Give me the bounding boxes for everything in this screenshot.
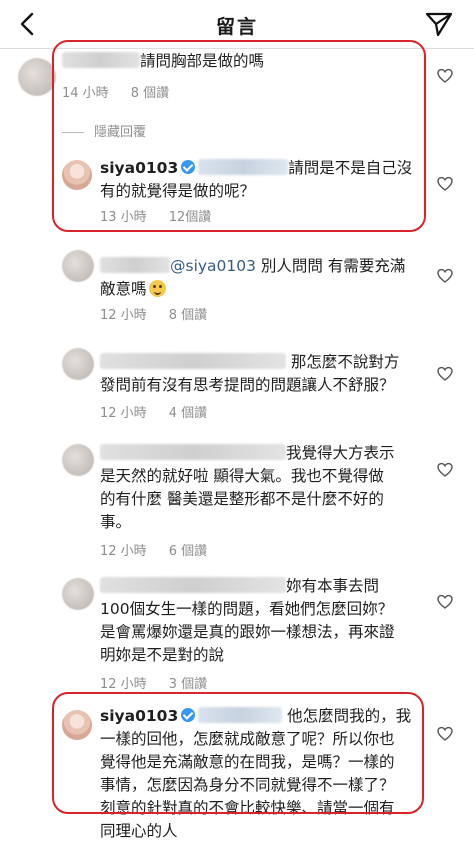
blurred-username[interactable]: [100, 577, 286, 593]
comment-body: 的有什麼 醫美還是整形都不是什麼不好的: [100, 490, 384, 508]
like-count[interactable]: 8 個讚: [169, 308, 207, 323]
comment-time: 12 小時: [100, 677, 147, 692]
heart-icon[interactable]: [437, 594, 453, 610]
blurred-username[interactable]: [100, 257, 170, 273]
heart-icon[interactable]: [437, 366, 453, 382]
highlight-box-bottom: [52, 692, 424, 814]
comment-body: 事。: [100, 513, 132, 531]
heart-icon[interactable]: [437, 726, 453, 742]
mention-link[interactable]: @siya0103: [170, 257, 256, 275]
comment-time: 12 小時: [100, 544, 147, 559]
comment-text: 我覺得大方表示 是天然的就好啦 顯得大氣。我也不覺得做 的有什麼 醫美還是整形都…: [100, 442, 395, 534]
comment-time: 12 小時: [100, 308, 147, 323]
comment-meta: 12 小時 4 個讚: [100, 402, 229, 421]
comment-meta: 12 小時 6 個讚: [100, 540, 229, 559]
heart-icon[interactable]: [437, 176, 453, 192]
comment-body: 別人問問 有需要充滿: [256, 257, 406, 275]
comment-body: 發問前有沒有思考提問的問題讓人不舒服？: [100, 376, 395, 394]
avatar[interactable]: [18, 58, 56, 96]
comment-body: 同理心的人: [100, 822, 178, 840]
heart-icon[interactable]: [437, 68, 453, 84]
comment-body: 我覺得大方表示: [286, 444, 395, 462]
avatar[interactable]: [62, 348, 94, 380]
like-count[interactable]: 4 個讚: [169, 406, 207, 421]
comment-meta: 12 小時 8 個讚: [100, 304, 229, 323]
avatar[interactable]: [62, 578, 94, 610]
like-count[interactable]: 3 個讚: [169, 677, 207, 692]
highlight-box-top: [52, 40, 426, 232]
smile-emoji-icon: [148, 280, 166, 297]
comment-text: 那怎麼不說對方 發問前有沒有思考提問的問題讓人不舒服？: [100, 351, 399, 397]
send-icon[interactable]: [424, 10, 454, 38]
comment-body: 是天然的就好啦 顯得大氣。我也不覺得做: [100, 467, 384, 485]
avatar[interactable]: [62, 250, 94, 282]
comment-text: 妳有本事去問 100個女生一樣的問題，看她們怎麼回妳？ 是會罵爆妳還是真的跟妳一…: [100, 575, 395, 667]
blurred-username[interactable]: [100, 353, 286, 369]
heart-icon[interactable]: [437, 462, 453, 478]
comment-body: 是會罵爆妳還是真的跟妳一樣想法，再來證: [100, 623, 395, 641]
comment-body: 明妳是不是對的說: [100, 646, 225, 664]
page-title: 留言: [215, 16, 258, 38]
comment-body: 妳有本事去問: [286, 577, 380, 595]
heart-icon[interactable]: [437, 268, 453, 284]
comment-body: 100個女生一樣的問題，看她們怎麼回妳？: [100, 600, 394, 618]
like-count[interactable]: 6 個讚: [169, 544, 207, 559]
comment-text: @siya0103 別人問問 有需要充滿 敵意嗎: [100, 255, 405, 301]
comment-meta: 12 小時 3 個讚: [100, 673, 229, 692]
avatar[interactable]: [62, 444, 94, 476]
comment-body: 那怎麼不說對方: [286, 353, 400, 371]
comment-body: 敵意嗎: [100, 280, 147, 298]
blurred-username[interactable]: [100, 444, 286, 460]
comment-time: 12 小時: [100, 406, 147, 421]
